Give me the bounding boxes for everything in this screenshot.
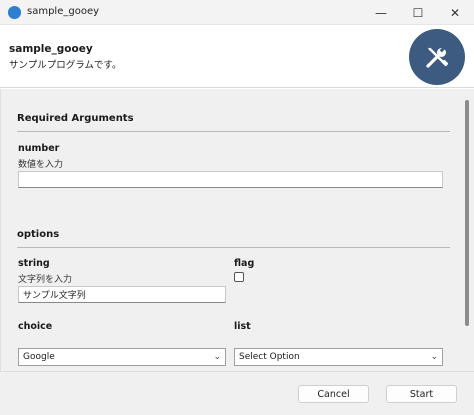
chevron-down-icon: ⌄ [430, 352, 438, 362]
program-description: サンプルプログラムです。 [9, 60, 122, 71]
list-label: list [234, 321, 251, 332]
section-divider [17, 247, 450, 248]
flag-checkbox[interactable] [234, 272, 244, 282]
section-divider [17, 131, 450, 132]
string-help: 文字列を入力 [18, 275, 73, 285]
number-label: number [18, 143, 60, 154]
close-icon: ✕ [449, 5, 461, 20]
vertical-scrollbar[interactable] [465, 100, 469, 326]
title-bar: sample_gooey — ☐ ✕ [0, 0, 474, 25]
number-help: 数値を入力 [18, 160, 64, 170]
choice-dropdown[interactable]: Google ⌄ [18, 348, 226, 366]
required-arguments-heading: Required Arguments [17, 113, 134, 124]
minimize-icon: — [375, 5, 387, 20]
choice-label: choice [18, 321, 53, 332]
window-title: sample_gooey [27, 6, 100, 17]
options-heading: options [17, 229, 60, 240]
chevron-down-icon: ⌄ [213, 352, 221, 362]
choice-selected-value: Google [23, 352, 55, 362]
string-label: string [18, 258, 50, 269]
number-input[interactable] [18, 171, 443, 188]
flag-label: flag [234, 258, 255, 269]
minimize-button[interactable]: — [364, 0, 398, 25]
string-input[interactable] [18, 286, 226, 303]
close-button[interactable]: ✕ [438, 0, 472, 25]
start-button[interactable]: Start [386, 385, 457, 403]
tools-icon [409, 29, 465, 85]
list-selected-value: Select Option [239, 352, 300, 362]
program-title: sample_gooey [9, 43, 93, 55]
program-header: sample_gooey サンプルプログラムです。 [0, 25, 474, 88]
footer-bar: Cancel Start [0, 371, 474, 415]
app-icon [7, 5, 22, 20]
list-dropdown[interactable]: Select Option ⌄ [234, 348, 443, 366]
maximize-icon: ☐ [412, 5, 424, 20]
maximize-button[interactable]: ☐ [401, 0, 435, 25]
cancel-button[interactable]: Cancel [298, 385, 369, 403]
